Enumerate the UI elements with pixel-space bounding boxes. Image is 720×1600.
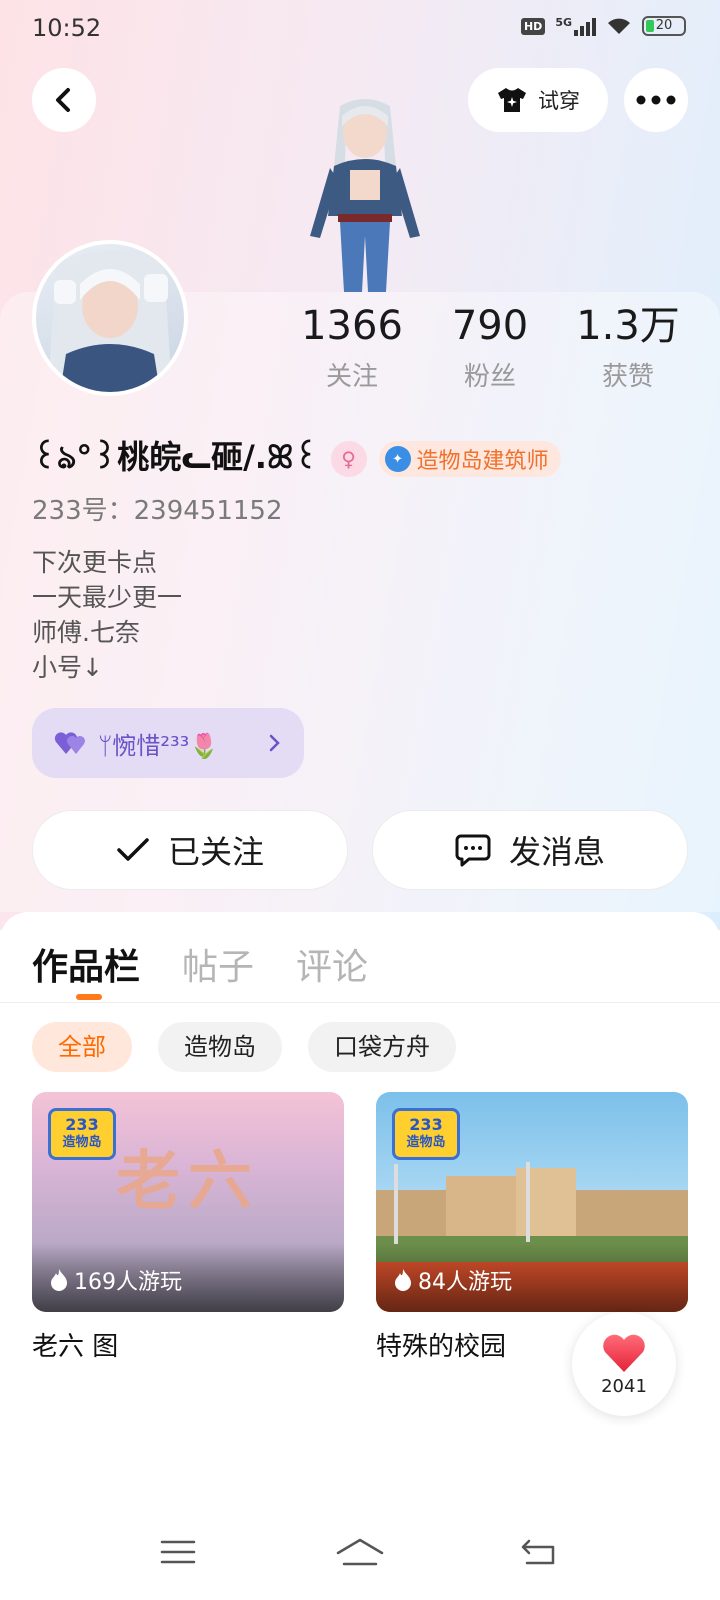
- stat-fans[interactable]: 790 粉丝: [420, 302, 560, 393]
- chevron-left-icon: [56, 88, 70, 112]
- more-button[interactable]: [624, 68, 688, 132]
- work-thumbnail[interactable]: 233 造物岛 84人游玩: [376, 1092, 688, 1312]
- followed-label: 已关注: [167, 833, 264, 871]
- hd-icon: HD: [520, 17, 546, 35]
- try-on-label: 试穿: [538, 89, 580, 113]
- female-icon: ♀: [330, 441, 367, 477]
- stat-fans-label: 粉丝: [463, 362, 516, 392]
- home-nav-button[interactable]: [330, 1532, 390, 1572]
- stat-likes[interactable]: 1.3万 获赞: [558, 302, 698, 393]
- nickname: ꒰ঌ°꒱桃皖ᓚ砸/.ꕤ꒰: [32, 438, 319, 476]
- relation-label: ᛘ惋惜²³³🌷: [98, 731, 220, 760]
- bio-line: 小号↓: [32, 653, 103, 682]
- menu-icon: [160, 1540, 196, 1564]
- logo-number: 233: [65, 1115, 99, 1134]
- home-icon: [336, 1538, 384, 1566]
- battery-icon: 20: [642, 16, 686, 36]
- tshirt-sparkle-icon: [498, 88, 526, 112]
- bio: 下次更卡点 一天最少更一 师傅.七奈 小号↓: [32, 545, 182, 685]
- game-logo-icon: 233 造物岛: [392, 1108, 460, 1160]
- relation-pill[interactable]: ᛘ惋惜²³³🌷: [32, 708, 304, 778]
- work-thumbnail-text: 老六: [116, 1145, 260, 1219]
- work-card[interactable]: 老六 233 造物岛 169人游玩 老六 图: [32, 1092, 344, 1363]
- status-time: 10:52: [32, 14, 102, 42]
- menu-nav-button[interactable]: [148, 1532, 208, 1572]
- filter-creation-island[interactable]: 造物岛: [158, 1022, 282, 1072]
- flame-icon: [395, 1269, 411, 1291]
- user-id[interactable]: 233号：239451152: [32, 490, 283, 527]
- nickname-row: ꒰ঌ°꒱桃皖ᓚ砸/.ꕤ꒰ ♀ ✦ 造物岛建筑师: [32, 432, 561, 486]
- send-message-label: 发消息: [508, 833, 605, 871]
- logo-name: 造物岛: [62, 1135, 102, 1150]
- filter-chips: 全部 造物岛 口袋方舟: [32, 1022, 456, 1072]
- builder-badge-icon: ✦: [384, 446, 411, 472]
- status-icons: HD 5G 20: [520, 16, 686, 36]
- bio-line: 下次更卡点: [32, 548, 158, 577]
- chat-bubble-icon: [455, 834, 491, 867]
- status-bar: 10:52 HD 5G 20: [0, 0, 720, 56]
- tab-comments[interactable]: 评论: [296, 938, 368, 990]
- check-icon: [117, 838, 149, 861]
- followed-button[interactable]: 已关注: [32, 810, 348, 890]
- play-count: 84人游玩: [394, 1264, 512, 1296]
- builder-badge[interactable]: ✦ 造物岛建筑师: [378, 441, 561, 477]
- logo-number: 233: [409, 1115, 443, 1134]
- play-count-label: 169人游玩: [74, 1270, 182, 1295]
- game-logo-icon: 233 造物岛: [48, 1108, 116, 1160]
- stat-following-label: 关注: [325, 362, 378, 392]
- work-title[interactable]: 老六 图: [32, 1326, 344, 1363]
- like-count: 2041: [601, 1375, 647, 1397]
- wifi-icon: [608, 18, 630, 34]
- flame-icon: [51, 1269, 67, 1291]
- filter-all[interactable]: 全部: [32, 1022, 132, 1072]
- avatar-3d-figure[interactable]: [290, 96, 440, 292]
- heart-icon: [603, 1334, 645, 1372]
- signal-5g-icon: 5G: [555, 16, 596, 36]
- bio-line: 一天最少更一: [32, 583, 183, 612]
- back-nav-button[interactable]: [508, 1532, 568, 1572]
- like-button[interactable]: 2041: [572, 1312, 676, 1416]
- battery-level: 20: [655, 18, 673, 33]
- stat-likes-label: 获赞: [601, 362, 654, 392]
- tab-bar: 作品栏 帖子 评论: [32, 938, 368, 990]
- play-count-label: 84人游玩: [418, 1270, 512, 1295]
- send-message-button[interactable]: 发消息: [372, 810, 688, 890]
- stat-following-value: 1366: [301, 303, 403, 349]
- builder-badge-label: 造物岛建筑师: [416, 449, 549, 474]
- stat-fans-value: 790: [451, 303, 529, 349]
- bio-line: 师傅.七奈: [32, 618, 140, 647]
- avatar[interactable]: [32, 240, 188, 396]
- back-button[interactable]: [32, 68, 96, 132]
- try-on-button[interactable]: 试穿: [468, 68, 608, 132]
- chevron-right-icon: [269, 734, 280, 752]
- tabs-divider: [0, 1002, 720, 1003]
- tab-indicator: [76, 994, 102, 1000]
- stat-following[interactable]: 1366 关注: [282, 302, 422, 393]
- tab-posts[interactable]: 帖子: [182, 938, 254, 990]
- filter-pocket-ark[interactable]: 口袋方舟: [308, 1022, 456, 1072]
- double-heart-icon: [54, 732, 85, 754]
- logo-name: 造物岛: [406, 1135, 446, 1150]
- network-type: 5G: [555, 16, 572, 29]
- system-nav-bar: [0, 1520, 720, 1600]
- stat-likes-value: 1.3万: [576, 303, 680, 349]
- play-count: 169人游玩: [50, 1264, 182, 1296]
- tab-works[interactable]: 作品栏: [32, 938, 140, 990]
- avatar-portrait-icon: [48, 251, 172, 392]
- back-icon: [521, 1539, 555, 1565]
- work-thumbnail[interactable]: 老六 233 造物岛 169人游玩: [32, 1092, 344, 1312]
- more-dots-icon: [636, 95, 676, 105]
